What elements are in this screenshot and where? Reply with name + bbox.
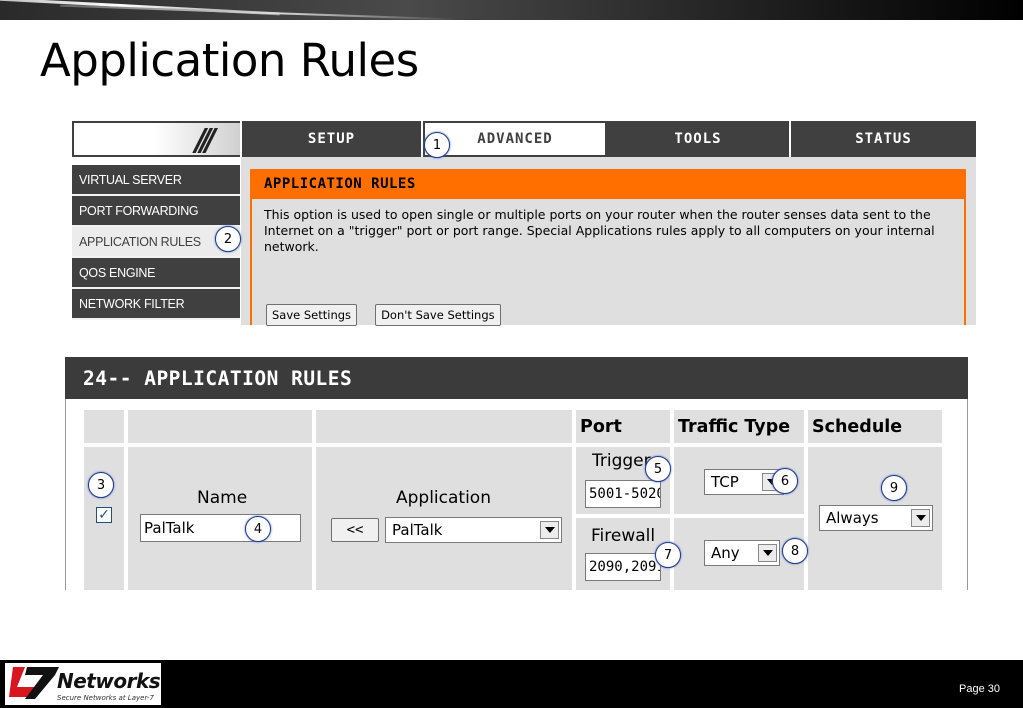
firewall-protocol-value: Any [711,544,740,562]
application-label: Application [396,488,491,508]
l7-logo-icon [9,667,59,699]
tab-status[interactable]: STATUS [791,121,976,157]
callout-1: 1 [424,132,450,158]
router-ui-panel: /// SETUP ADVANCED TOOLS STATUS VIRTUAL … [72,121,976,326]
button-row: Save Settings Don't Save Settings [266,304,501,326]
save-settings-button[interactable]: Save Settings [266,304,358,326]
name-input[interactable]: PalTalk [140,514,301,542]
schedule-value: Always [826,509,879,527]
chevron-down-icon [540,521,559,539]
footer-brand: Networks [57,669,161,693]
name-label: Name [197,488,248,508]
rules-table-title: 24-- APPLICATION RULES [65,357,968,399]
sidebar-item-virtual-server[interactable]: VIRTUAL SERVER [72,165,240,196]
callout-7: 7 [655,542,681,568]
content-area: APPLICATION RULES This option is used to… [241,157,976,326]
firewall-protocol-select[interactable]: Any [704,540,780,566]
callout-4: 4 [245,516,271,542]
header-schedule: Schedule [808,410,942,443]
firewall-port-input[interactable]: 2090,2091 [585,553,661,581]
sidebar-item-port-forwarding[interactable]: PORT FORWARDING [72,196,240,227]
rules-table: Port Traffic Type Schedule ✓ Name PalTal… [65,399,968,590]
dont-save-settings-button[interactable]: Don't Save Settings [375,304,501,326]
slide-title: Application Rules [40,34,419,87]
footer-tagline: Secure Networks at Layer-7 [57,694,154,702]
callout-2: 2 [215,226,241,252]
sidebar-item-network-filter[interactable]: NETWORK FILTER [72,289,240,320]
callout-5: 5 [645,456,671,482]
tab-tools[interactable]: TOOLS [607,121,791,157]
application-rules-box: APPLICATION RULES This option is used to… [250,169,966,326]
callout-6: 6 [772,468,798,494]
copy-application-button[interactable]: << [331,518,379,542]
firewall-label: Firewall [591,526,656,546]
logo-slashes-icon: /// [195,123,216,158]
tab-setup[interactable]: SETUP [242,121,423,157]
chevron-down-icon [911,509,930,527]
trigger-protocol-value: TCP [711,473,739,491]
router-logo: /// [72,121,240,158]
header-traffic-type: Traffic Type [674,410,804,443]
header-port: Port [576,410,670,443]
trigger-port-input[interactable]: 5001-5020 [585,480,661,508]
application-select[interactable]: PalTalk [385,517,562,543]
banner-streak [60,4,480,20]
callout-9: 9 [881,475,907,501]
company-logo: Networks Secure Networks at Layer-7 [5,663,161,705]
sidebar-item-qos-engine[interactable]: QOS ENGINE [72,258,240,289]
top-banner [0,0,1023,20]
chevron-down-icon [758,544,777,562]
section-description: This option is used to open single or mu… [264,207,935,254]
callout-8: 8 [782,538,808,564]
application-select-value: PalTalk [392,521,443,539]
callout-3: 3 [88,472,114,498]
enable-checkbox[interactable]: ✓ [96,507,112,523]
section-title: APPLICATION RULES [252,169,964,199]
trigger-label: Trigger [592,451,651,471]
page-number: Page 30 [959,683,1000,695]
schedule-select[interactable]: Always [819,505,933,531]
tab-advanced[interactable]: ADVANCED [423,121,607,157]
